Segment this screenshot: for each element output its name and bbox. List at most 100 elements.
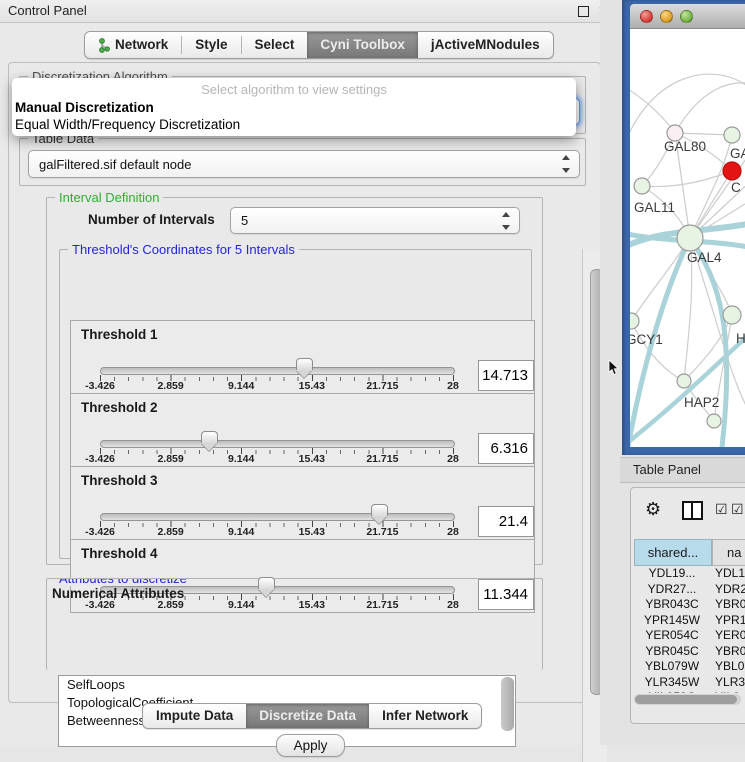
tick-label: 28	[447, 453, 459, 465]
cell-name: YBL0	[710, 659, 745, 675]
slider-track[interactable]	[100, 440, 455, 448]
node-label: C	[731, 180, 741, 195]
tab-style[interactable]: Style	[182, 32, 240, 58]
tick-label: 9.144	[228, 453, 254, 465]
threshold-value-field[interactable]: 14.713	[478, 360, 534, 391]
network-node-hap2[interactable]	[677, 374, 691, 388]
cell-shared-name: YBL079W	[634, 659, 710, 675]
column-header-name[interactable]: na	[712, 539, 745, 566]
slider-handle[interactable]	[296, 358, 313, 370]
cell-name: YBR0	[710, 597, 745, 613]
table-row[interactable]: YBL079W YBL0	[634, 659, 745, 675]
network-node-red-selected[interactable]	[723, 162, 741, 180]
threshold-label: Threshold 1	[81, 327, 158, 342]
tab-label: Infer Network	[382, 705, 468, 727]
threshold-row: Threshold 3 -3.4262.8599.14415.4321.7152…	[70, 466, 535, 540]
checkbox-icon[interactable]: ☑	[715, 502, 728, 516]
group-title: Threshold's Coordinates for 5 Intervals	[68, 242, 299, 257]
network-node-gal4[interactable]	[677, 225, 703, 251]
table-row[interactable]: YLR345W YLR3	[634, 675, 745, 691]
node-label: H	[736, 331, 745, 346]
num-intervals-label: Number of Intervals	[88, 212, 215, 227]
table-data-group: Table Data galFiltered.sif default node	[19, 138, 586, 186]
horizontal-scrollbar[interactable]	[634, 694, 741, 705]
network-icon	[98, 38, 110, 53]
slider-track[interactable]	[100, 513, 455, 521]
network-window-titlebar[interactable]	[630, 4, 745, 29]
slider-handle[interactable]	[258, 577, 275, 589]
tick-label: 2.859	[157, 526, 183, 538]
column-header-shared[interactable]: shared...	[634, 539, 712, 566]
tab-discretize-data[interactable]: Discretize Data	[246, 704, 369, 728]
combo-value: 5	[241, 208, 248, 233]
table-panel-title: Table Panel	[633, 458, 701, 482]
algorithm-dropdown-popup: Select algorithm to view settings Manual…	[12, 78, 576, 136]
cell-name: YDL1	[710, 566, 745, 582]
network-node-h[interactable]	[723, 306, 741, 324]
network-graph: GAL80 GA C GAL11 GAL4 GCY1 H HAP2	[630, 29, 745, 447]
slider-tick-labels: -3.4262.8599.14415.4321.71528	[71, 380, 534, 392]
dropdown-option-manual-discretization[interactable]: Manual Discretization	[14, 100, 574, 117]
tab-network[interactable]: Network	[85, 32, 181, 58]
cell-name: YDR2	[710, 582, 745, 598]
mouse-cursor	[608, 360, 620, 376]
cell-shared-name: YBR045C	[634, 644, 710, 660]
network-node-gal11[interactable]	[634, 178, 650, 194]
horizontal-scrollbar-thumb[interactable]	[635, 695, 737, 704]
slider-handle[interactable]	[371, 504, 388, 516]
tick-label: -3.426	[85, 380, 115, 392]
dropdown-hint: Select algorithm to view settings	[12, 82, 576, 97]
apply-button[interactable]: Apply	[276, 734, 345, 757]
float-window-icon[interactable]	[578, 6, 589, 17]
threshold-label: Threshold 4	[81, 546, 158, 561]
combo-spinner-icon	[561, 151, 571, 177]
table-data-combobox[interactable]: galFiltered.sif default node	[28, 150, 580, 178]
table-row[interactable]: YBR043C YBR0	[634, 597, 745, 613]
network-node-gcy1[interactable]	[630, 313, 639, 329]
num-intervals-combobox[interactable]: 5	[230, 207, 520, 234]
columns-icon[interactable]	[682, 501, 703, 520]
dropdown-option-equal-width[interactable]: Equal Width/Frequency Discretization	[14, 117, 574, 134]
network-view-window: GAL80 GA C GAL11 GAL4 GCY1 H HAP2	[622, 0, 745, 455]
table-row[interactable]: YBR045C YBR0	[634, 644, 745, 660]
table-row[interactable]: YDL19... YDL1	[634, 566, 745, 582]
list-scrollbar[interactable]	[501, 677, 514, 731]
list-item[interactable]: SelfLoops	[59, 676, 515, 694]
group-title: Interval Definition	[55, 190, 163, 205]
cell-shared-name: YPR145W	[634, 613, 710, 629]
cell-shared-name: YDR27...	[634, 582, 710, 598]
table-rows: YDL19... YDL1 YDR27... YDR2 YBR043C YBR0…	[634, 566, 745, 693]
cell-shared-name: YER054C	[634, 628, 710, 644]
tab-cyni-toolbox[interactable]: Cyni Toolbox	[307, 32, 418, 58]
checkbox-icon[interactable]: ☑	[731, 502, 744, 516]
network-canvas[interactable]: GAL80 GA C GAL11 GAL4 GCY1 H HAP2	[630, 29, 745, 447]
slider-tick-labels: -3.4262.8599.14415.4321.71528	[71, 453, 534, 465]
table-row[interactable]: YPR145W YPR1	[634, 613, 745, 629]
tick-label: 15.43	[299, 526, 325, 538]
tab-impute-data[interactable]: Impute Data	[143, 704, 246, 728]
tab-select[interactable]: Select	[242, 32, 308, 58]
network-node-bottom[interactable]	[707, 414, 721, 428]
mac-minimize-icon[interactable]	[660, 10, 673, 23]
threshold-value-field[interactable]: 6.316	[478, 433, 534, 464]
threshold-value-field[interactable]: 21.4	[478, 506, 534, 537]
mac-zoom-icon[interactable]	[680, 10, 693, 23]
tick-label: 9.144	[228, 380, 254, 392]
slider-track[interactable]	[100, 367, 455, 375]
cell-name: YIL0	[710, 690, 745, 693]
tab-jactivemnodules[interactable]: jActiveMNodules	[418, 32, 553, 58]
cell-name: YLR3	[710, 675, 745, 691]
table-row[interactable]: YER054C YER0	[634, 628, 745, 644]
tick-label: 15.43	[299, 380, 325, 392]
tab-infer-network[interactable]: Infer Network	[369, 704, 481, 728]
mac-close-icon[interactable]	[640, 10, 653, 23]
table-row[interactable]: YDR27... YDR2	[634, 582, 745, 598]
network-node-ga[interactable]	[724, 127, 740, 143]
cell-name: YER0	[710, 628, 745, 644]
slider-handle[interactable]	[201, 431, 218, 443]
node-label: GAL80	[664, 139, 706, 154]
gear-icon[interactable]: ⚙	[645, 500, 661, 518]
table-row[interactable]: YIL052C YIL0	[634, 690, 745, 693]
node-label: GA	[730, 146, 745, 161]
node-label: GCY1	[630, 332, 663, 347]
